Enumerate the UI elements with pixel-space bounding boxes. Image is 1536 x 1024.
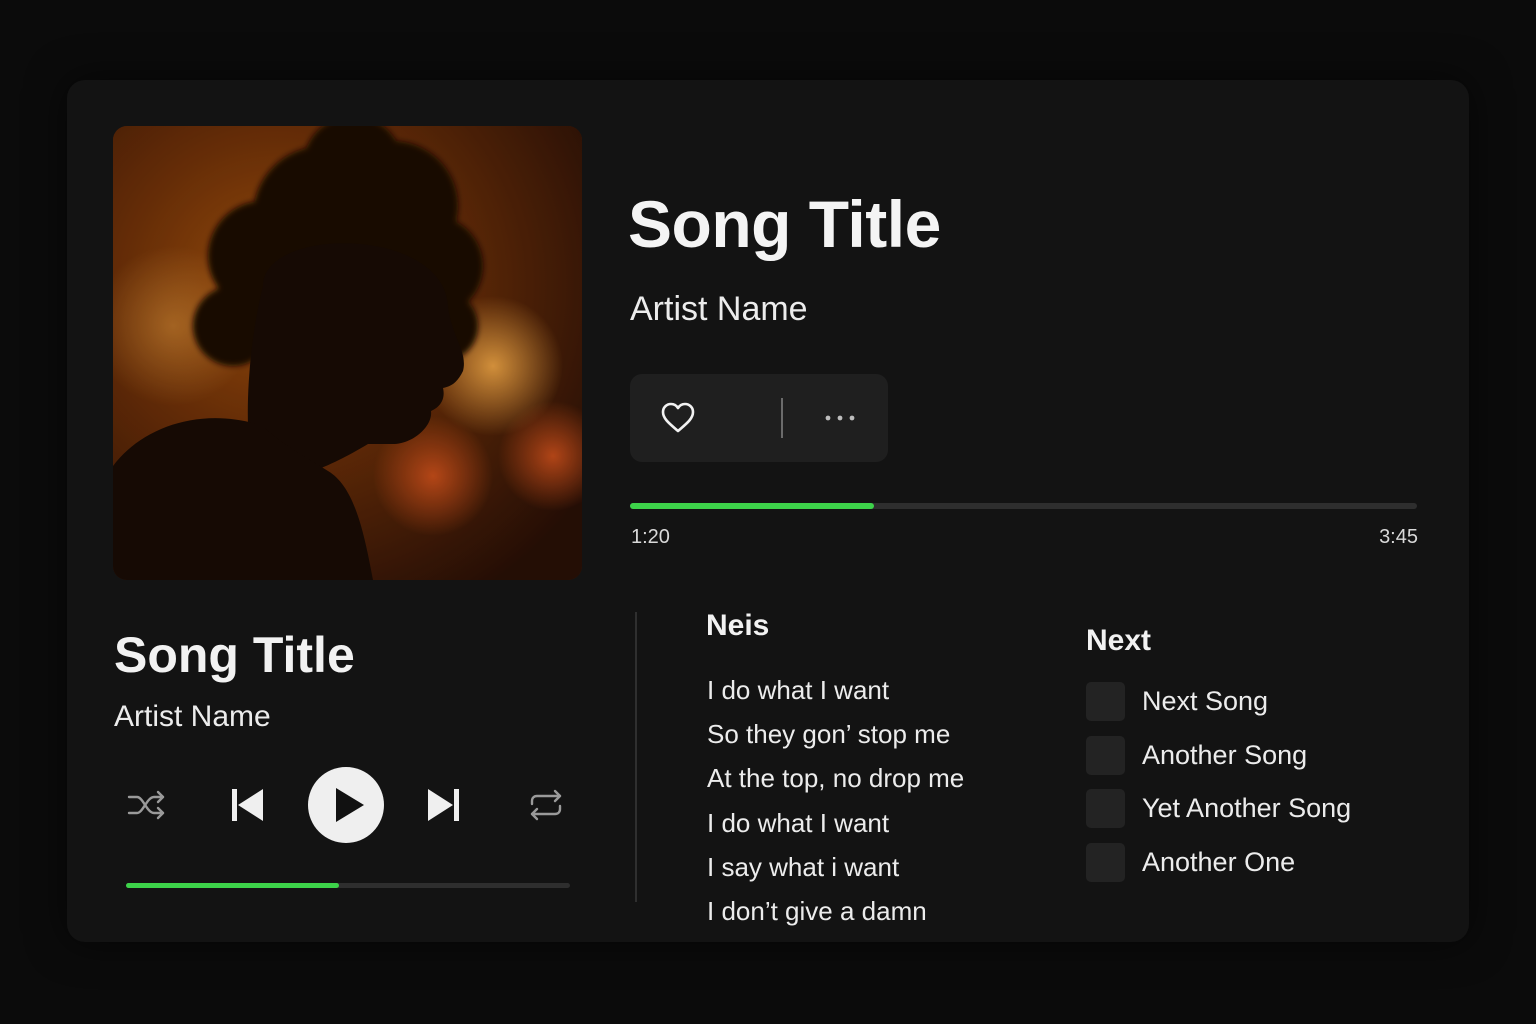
main-progress-fill	[630, 503, 874, 509]
like-button[interactable]	[658, 398, 698, 438]
artist-name[interactable]: Artist Name	[630, 290, 808, 329]
time-current: 1:20	[631, 526, 670, 548]
skip-next-icon	[428, 789, 459, 821]
previous-button[interactable]	[228, 786, 266, 824]
now-playing-title: Song Title	[114, 627, 355, 683]
shuffle-button[interactable]	[126, 788, 168, 822]
mini-progress-bar[interactable]	[126, 883, 570, 888]
lyric-line: So they gon’ stop me	[707, 719, 951, 750]
queue-item-label: Another One	[1142, 847, 1296, 878]
action-divider	[781, 398, 783, 438]
queue-item[interactable]: Another One	[1086, 843, 1351, 897]
queue-item-label: Another Song	[1142, 739, 1308, 770]
album-art	[113, 126, 582, 580]
lyrics-list: I do what I want So they gon’ stop me At…	[707, 668, 964, 933]
heart-icon	[661, 402, 695, 433]
more-dots-icon	[825, 415, 855, 421]
repeat-button[interactable]	[527, 788, 565, 822]
up-next-heading: Next	[1086, 624, 1152, 657]
lyric-line: I do what I want	[707, 675, 890, 705]
queue-thumbnail	[1086, 789, 1125, 829]
queue-item[interactable]: Next Song	[1086, 682, 1351, 736]
now-playing-artist[interactable]: Artist Name	[114, 700, 271, 734]
action-bar	[630, 374, 888, 462]
queue-thumbnail	[1086, 682, 1125, 721]
time-total: 3:45	[1379, 526, 1418, 548]
play-button[interactable]	[308, 767, 384, 843]
more-options-button[interactable]	[820, 404, 860, 432]
mini-progress-fill	[126, 883, 340, 888]
song-title: Song Title	[628, 187, 941, 261]
skip-previous-icon	[232, 789, 263, 821]
queue-thumbnail	[1086, 735, 1125, 775]
lyric-line: At the top, no drop me	[707, 763, 965, 794]
queue-item[interactable]: Yet Another Song	[1086, 789, 1351, 843]
play-icon	[336, 788, 364, 822]
queue-item[interactable]: Another Song	[1086, 735, 1351, 790]
section-divider	[635, 612, 637, 902]
shuffle-icon	[127, 790, 165, 820]
repeat-icon	[530, 789, 562, 821]
main-progress-bar[interactable]	[630, 503, 1417, 509]
queue-thumbnail	[1086, 843, 1125, 883]
next-button[interactable]	[425, 786, 463, 824]
lyric-line: I do what I want	[707, 807, 890, 838]
queue-item-label: Next Song	[1142, 686, 1269, 716]
lyric-line: I don’t give a damn	[707, 896, 927, 927]
lyrics-heading: Neis	[706, 609, 770, 642]
up-next-list: Next Song Another Song Yet Another Song …	[1086, 682, 1351, 897]
queue-item-label: Yet Another Song	[1142, 793, 1352, 824]
lyric-line: I say what i want	[707, 851, 900, 882]
